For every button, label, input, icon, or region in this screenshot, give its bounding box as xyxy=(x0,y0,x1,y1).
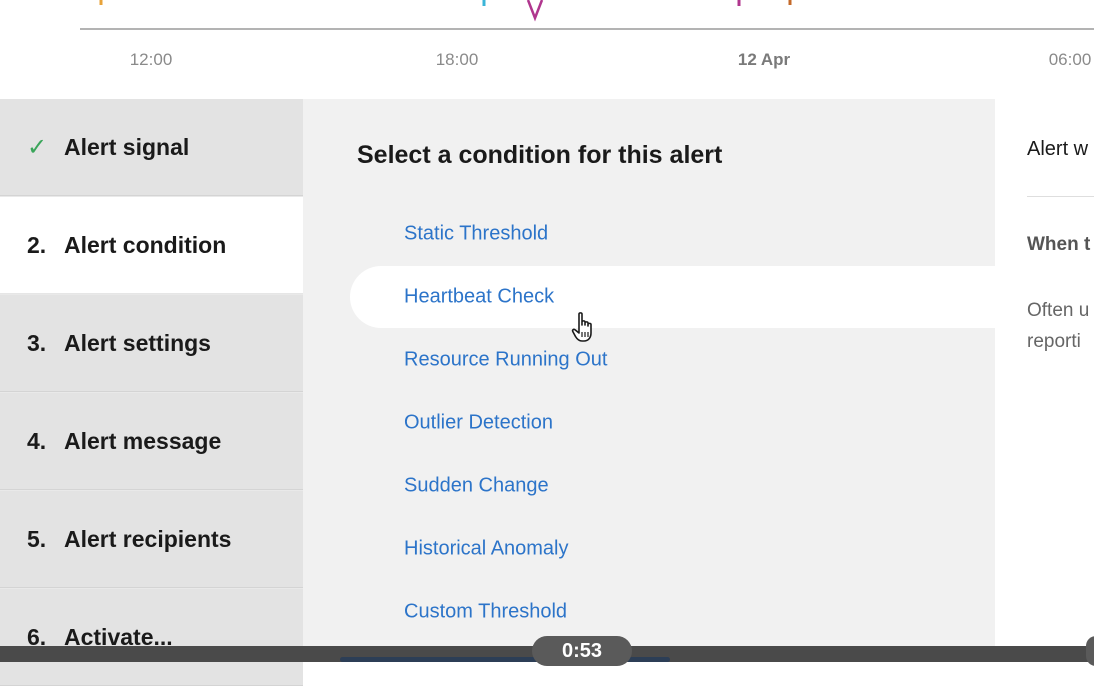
step-label: Alert message xyxy=(64,427,222,454)
detail-description-line: Often u xyxy=(1027,300,1090,321)
step-number: 4. xyxy=(27,427,47,454)
step-alert-recipients[interactable]: 5. Alert recipients xyxy=(0,491,303,588)
series-marker xyxy=(526,0,544,22)
step-number: 2. xyxy=(27,231,47,258)
detail-description-line: reporti xyxy=(1027,331,1081,352)
step-number: 3. xyxy=(27,329,47,356)
condition-historical-anomaly[interactable]: Historical Anomaly xyxy=(404,538,569,561)
step-alert-message[interactable]: 4. Alert message xyxy=(0,393,303,490)
detail-divider xyxy=(1027,196,1094,197)
chart-strip: 12:00 18:00 12 Apr 06:00 xyxy=(0,0,1094,99)
step-activate[interactable]: 6. Activate... xyxy=(0,589,303,686)
condition-panel: Select a condition for this alert Static… xyxy=(303,99,995,662)
wizard-steps-sidebar: ✓ Alert signal 2. Alert condition 3. Ale… xyxy=(0,99,303,686)
x-tick-label: 06:00 xyxy=(1048,50,1092,69)
condition-sudden-change[interactable]: Sudden Change xyxy=(404,475,549,498)
condition-resource-running-out[interactable]: Resource Running Out xyxy=(404,349,607,372)
condition-static-threshold[interactable]: Static Threshold xyxy=(404,223,548,246)
step-alert-condition[interactable]: 2. Alert condition xyxy=(0,197,303,294)
x-tick-label: 18:00 xyxy=(435,50,479,69)
hand-cursor-icon xyxy=(571,312,592,342)
checkmark-icon: ✓ xyxy=(27,133,48,161)
step-label: Alert signal xyxy=(64,133,190,160)
condition-heartbeat-check[interactable]: Heartbeat Check xyxy=(404,286,554,309)
detail-heading: Alert w xyxy=(1027,138,1089,160)
step-label: Alert recipients xyxy=(64,525,232,552)
condition-outlier-detection[interactable]: Outlier Detection xyxy=(404,412,553,435)
step-alert-settings[interactable]: 3. Alert settings xyxy=(0,295,303,392)
detail-when-label: When t xyxy=(1027,234,1091,255)
condition-custom-threshold[interactable]: Custom Threshold xyxy=(404,601,567,624)
condition-panel-title: Select a condition for this alert xyxy=(357,141,723,169)
step-number: 5. xyxy=(27,525,47,552)
x-tick-label: 12 Apr xyxy=(737,50,791,69)
detail-description: Often u reporti xyxy=(1027,295,1089,357)
step-alert-signal[interactable]: ✓ Alert signal xyxy=(0,99,303,196)
x-tick-label: 12:00 xyxy=(129,50,173,69)
step-label: Alert settings xyxy=(64,329,211,356)
condition-detail-panel: Alert w When t Often u reporti xyxy=(995,99,1094,662)
step-label: Alert condition xyxy=(64,231,227,258)
